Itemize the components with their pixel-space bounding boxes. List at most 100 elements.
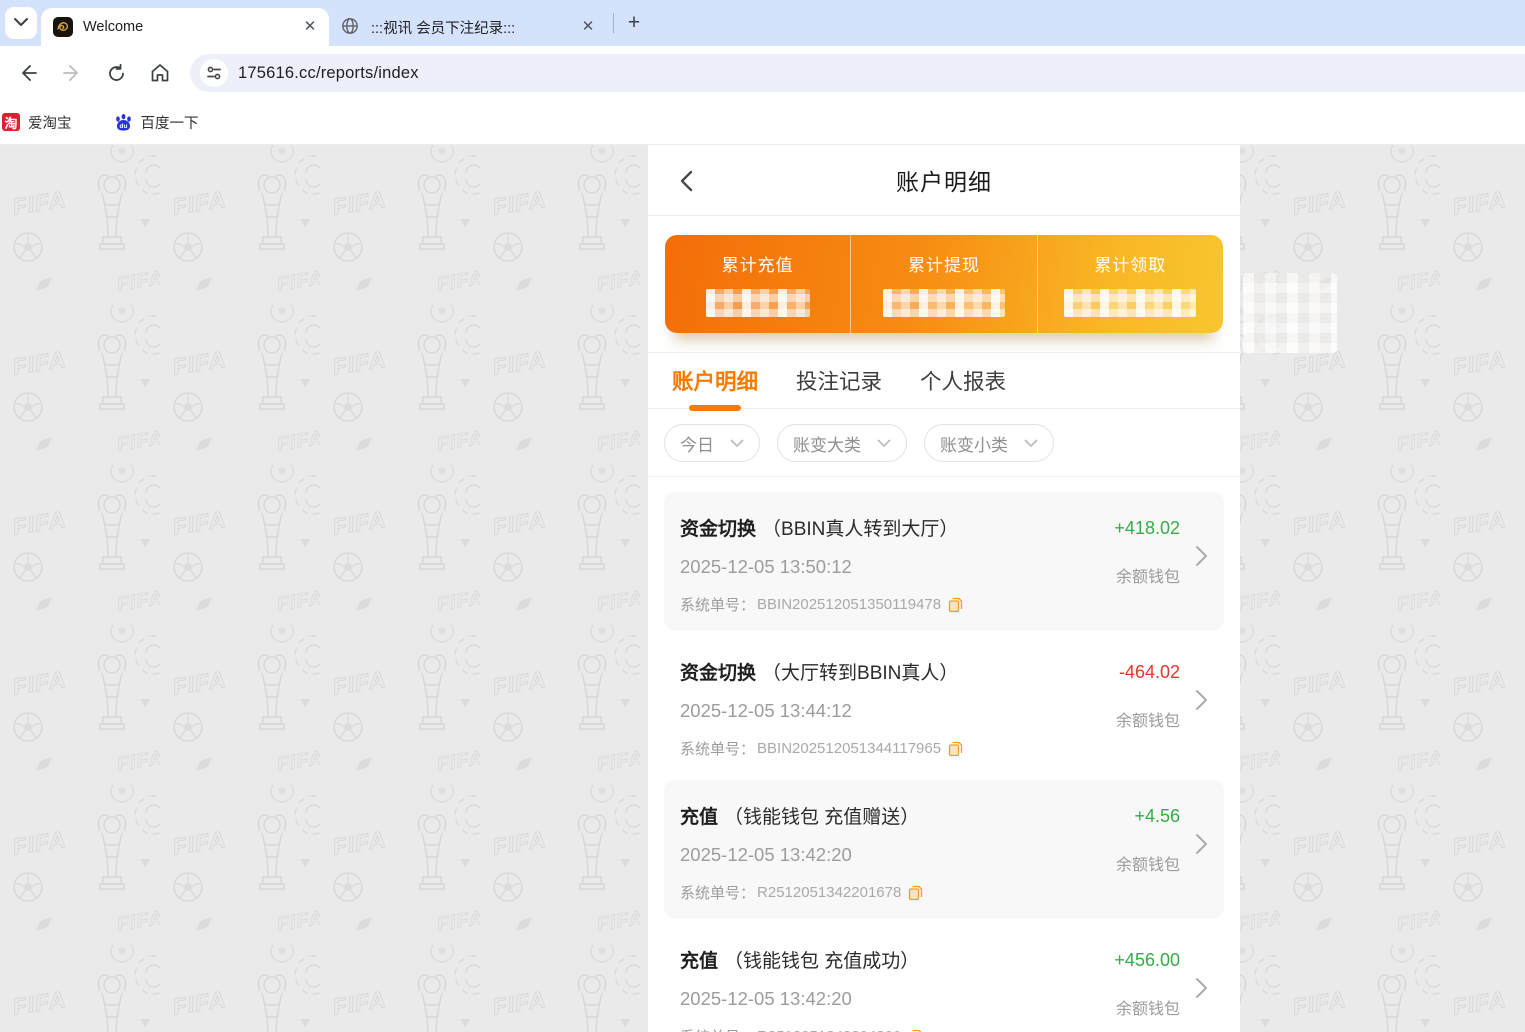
- copy-icon[interactable]: [948, 741, 963, 757]
- chevron-down-icon: [14, 14, 28, 32]
- row-chevron-icon[interactable]: [1195, 544, 1208, 573]
- home-button[interactable]: [143, 56, 177, 90]
- tab-search-button[interactable]: [5, 7, 37, 39]
- url-bar[interactable]: 175616.cc/reports/index: [190, 54, 1525, 92]
- transaction-order: 系统单号：R2512051342204300: [680, 1026, 1104, 1032]
- transaction-detail: （钱能钱包 充值赠送）: [724, 807, 920, 828]
- transaction-title: 资金切换 （大厅转到BBIN真人）: [680, 658, 1104, 685]
- hidden-amount-mosaic: [1064, 289, 1197, 317]
- tab-label: 账户明细: [672, 370, 759, 394]
- filter-dropdown-1[interactable]: 账变大类: [777, 424, 907, 462]
- wallet-label: 余额钱包: [1115, 1001, 1180, 1018]
- tab-bet-records[interactable]: 投注记录: [796, 365, 882, 408]
- page-viewport: FIFA FIFA: [0, 145, 1525, 1032]
- reload-button[interactable]: [99, 56, 133, 90]
- tab-title: :::视讯 会员下注纪录:::: [371, 20, 516, 37]
- site-settings-icon[interactable]: [200, 59, 228, 87]
- row-chevron-icon[interactable]: [1195, 832, 1208, 861]
- tab-close-icon[interactable]: ✕: [301, 18, 319, 36]
- transaction-order: 系统单号： R2512051342201678: [680, 882, 1104, 903]
- transaction-row[interactable]: 资金切换 （BBIN真人转到大厅） 2025-12-05 13:50:12 系统单…: [664, 492, 1224, 630]
- copy-icon[interactable]: [908, 885, 923, 901]
- browser-tab-welcome[interactable]: Welcome ✕: [41, 8, 329, 46]
- back-chevron-icon[interactable]: [676, 169, 700, 193]
- active-tab-underline: [689, 405, 741, 411]
- summary-label: 累计领取: [1094, 256, 1167, 275]
- transaction-detail: （BBIN真人转到大厅）: [762, 519, 959, 540]
- bookmark-label: 爱淘宝: [28, 115, 72, 132]
- transaction-order: 系统单号： BBIN202512051344117965: [680, 738, 1104, 759]
- site-favicon: [53, 17, 73, 37]
- blurred-region: [1243, 273, 1337, 353]
- hidden-amount-mosaic: [882, 289, 1005, 317]
- row-chevron-icon[interactable]: [1195, 976, 1208, 1005]
- tab-personal-report[interactable]: 个人报表: [920, 365, 1006, 408]
- back-button[interactable]: [11, 56, 45, 90]
- transaction-title: 资金切换 （BBIN真人转到大厅）: [680, 514, 1104, 541]
- summary-label: 累计提现: [907, 256, 980, 275]
- filter-label: 今日: [680, 435, 714, 455]
- amount: +456.00: [1114, 950, 1180, 970]
- transaction-detail: （钱能钱包 充值成功）: [724, 951, 920, 972]
- transaction-row[interactable]: 资金切换 （大厅转到BBIN真人） 2025-12-05 13:44:12 系统单…: [664, 636, 1224, 774]
- tab-account-detail[interactable]: 账户明细: [672, 365, 759, 411]
- amount: +4.56: [1134, 806, 1180, 826]
- order-number: BBIN202512051344117965: [757, 740, 942, 757]
- bookmark-label: 百度一下: [140, 115, 199, 132]
- bookmarks-bar: 淘 爱淘宝 du 百度一下: [0, 100, 1525, 145]
- bookmark-taobao[interactable]: 淘 爱淘宝: [2, 112, 72, 133]
- hidden-amount-mosaic: [705, 289, 810, 317]
- panel-header: 账户明细: [648, 145, 1240, 216]
- filter-dropdown-2[interactable]: 账变小类: [924, 424, 1054, 462]
- order-number: BBIN202512051350119478: [757, 596, 942, 613]
- transaction-time: 2025-12-05 13:50:12: [680, 556, 852, 577]
- copy-icon[interactable]: [908, 1029, 923, 1032]
- amount-block: -464.02 余额钱包: [1116, 662, 1180, 731]
- chevron-down-icon: [1024, 439, 1038, 448]
- order-number: R2512051342201678: [757, 884, 902, 901]
- amount-block: +418.02 余额钱包: [1114, 518, 1180, 587]
- transaction-type: 资金切换: [680, 519, 757, 540]
- transaction-list: 资金切换 （BBIN真人转到大厅） 2025-12-05 13:50:12 系统单…: [648, 477, 1240, 1032]
- summary-label: 累计充值: [721, 256, 794, 275]
- order-label: 系统单号：: [680, 885, 756, 902]
- baidu-paw-icon: du: [114, 113, 133, 132]
- amount: -464.02: [1118, 662, 1180, 682]
- transaction-type: 充值: [680, 807, 719, 828]
- chevron-down-icon: [877, 439, 891, 448]
- forward-button[interactable]: [55, 56, 89, 90]
- wallet-label: 余额钱包: [1115, 569, 1180, 586]
- transaction-order: 系统单号： BBIN202512051350119478: [680, 594, 1104, 615]
- transaction-detail: （大厅转到BBIN真人）: [762, 663, 959, 684]
- summary-col: 累计领取: [1036, 235, 1223, 333]
- transaction-title: 充值 （钱能钱包 充值赠送）: [680, 802, 1104, 829]
- browser-tab-records[interactable]: :::视讯 会员下注纪录::: ✕: [329, 8, 607, 46]
- transaction-title: 充值 （钱能钱包 充值成功）: [680, 946, 1104, 973]
- section-tabs: 账户明细 投注记录 个人报表: [648, 352, 1240, 411]
- taobao-icon: 淘: [2, 113, 20, 131]
- globe-icon: [341, 17, 361, 37]
- browser-tab-strip: Welcome ✕ :::视讯 会员下注纪录::: ✕ +: [0, 0, 1525, 46]
- order-label: 系统单号：: [680, 741, 756, 758]
- copy-icon[interactable]: [948, 597, 963, 613]
- transaction-time: 2025-12-05 13:44:12: [680, 700, 852, 721]
- order-label: 系统单号：: [680, 1026, 755, 1032]
- order-number: R2512051342204300: [757, 1028, 901, 1032]
- transaction-type: 资金切换: [680, 663, 757, 684]
- transaction-row[interactable]: 充值（钱能钱包 充值成功） 2025-12-05 13:42:20 系统单号：R…: [664, 924, 1224, 1032]
- filter-label: 账变大类: [793, 435, 861, 455]
- tab-label: 个人报表: [920, 370, 1007, 394]
- browser-toolbar: 175616.cc/reports/index: [0, 46, 1525, 100]
- filter-dropdown-0[interactable]: 今日: [664, 424, 760, 462]
- wallet-label: 余额钱包: [1115, 857, 1180, 874]
- account-detail-panel: 账户明细 累计充值 累计提现 累计领取 账户明细 投注记录 个人报表 今日 账变大类 账变小…: [648, 145, 1240, 1032]
- svg-text:du: du: [119, 123, 127, 130]
- new-tab-button[interactable]: +: [620, 9, 648, 37]
- summary-col: 累计提现: [850, 235, 1036, 333]
- row-chevron-icon[interactable]: [1195, 688, 1208, 717]
- transaction-row[interactable]: 充值 （钱能钱包 充值赠送） 2025-12-05 13:42:20 系统单号： R…: [664, 780, 1224, 918]
- summary-col: 累计充值: [665, 235, 850, 333]
- bookmark-baidu[interactable]: du 百度一下: [114, 112, 199, 133]
- tab-close-icon[interactable]: ✕: [579, 18, 597, 36]
- page-title: 账户明细: [896, 169, 992, 195]
